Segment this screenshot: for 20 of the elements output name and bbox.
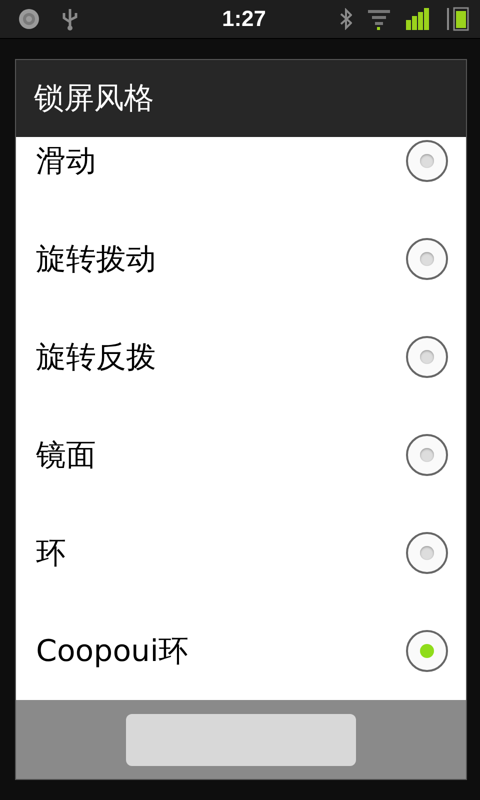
signal-icon xyxy=(406,8,430,30)
radio-button[interactable] xyxy=(406,140,448,182)
option-label[interactable]: 滑动 xyxy=(36,140,96,182)
bluetooth-icon xyxy=(340,8,352,30)
clock-time: 1:27 xyxy=(222,6,266,32)
option-label[interactable]: 旋转拨动 xyxy=(36,238,156,280)
radio-button[interactable] xyxy=(406,630,448,672)
wifi-icon xyxy=(368,8,390,30)
dialog-title: 锁屏风格 xyxy=(33,80,155,118)
radio-button[interactable] xyxy=(406,238,448,280)
option-label[interactable]: 环 xyxy=(36,532,66,574)
option-label[interactable]: 旋转反拨 xyxy=(36,336,156,378)
disc-icon xyxy=(18,8,40,30)
option-label[interactable]: Coopoui环 xyxy=(36,630,188,672)
battery-icon xyxy=(446,6,470,32)
option-label[interactable]: 镜面 xyxy=(36,434,96,476)
radio-button[interactable] xyxy=(406,434,448,476)
radio-button[interactable] xyxy=(406,336,448,378)
usb-icon xyxy=(62,7,78,31)
radio-button[interactable] xyxy=(406,532,448,574)
